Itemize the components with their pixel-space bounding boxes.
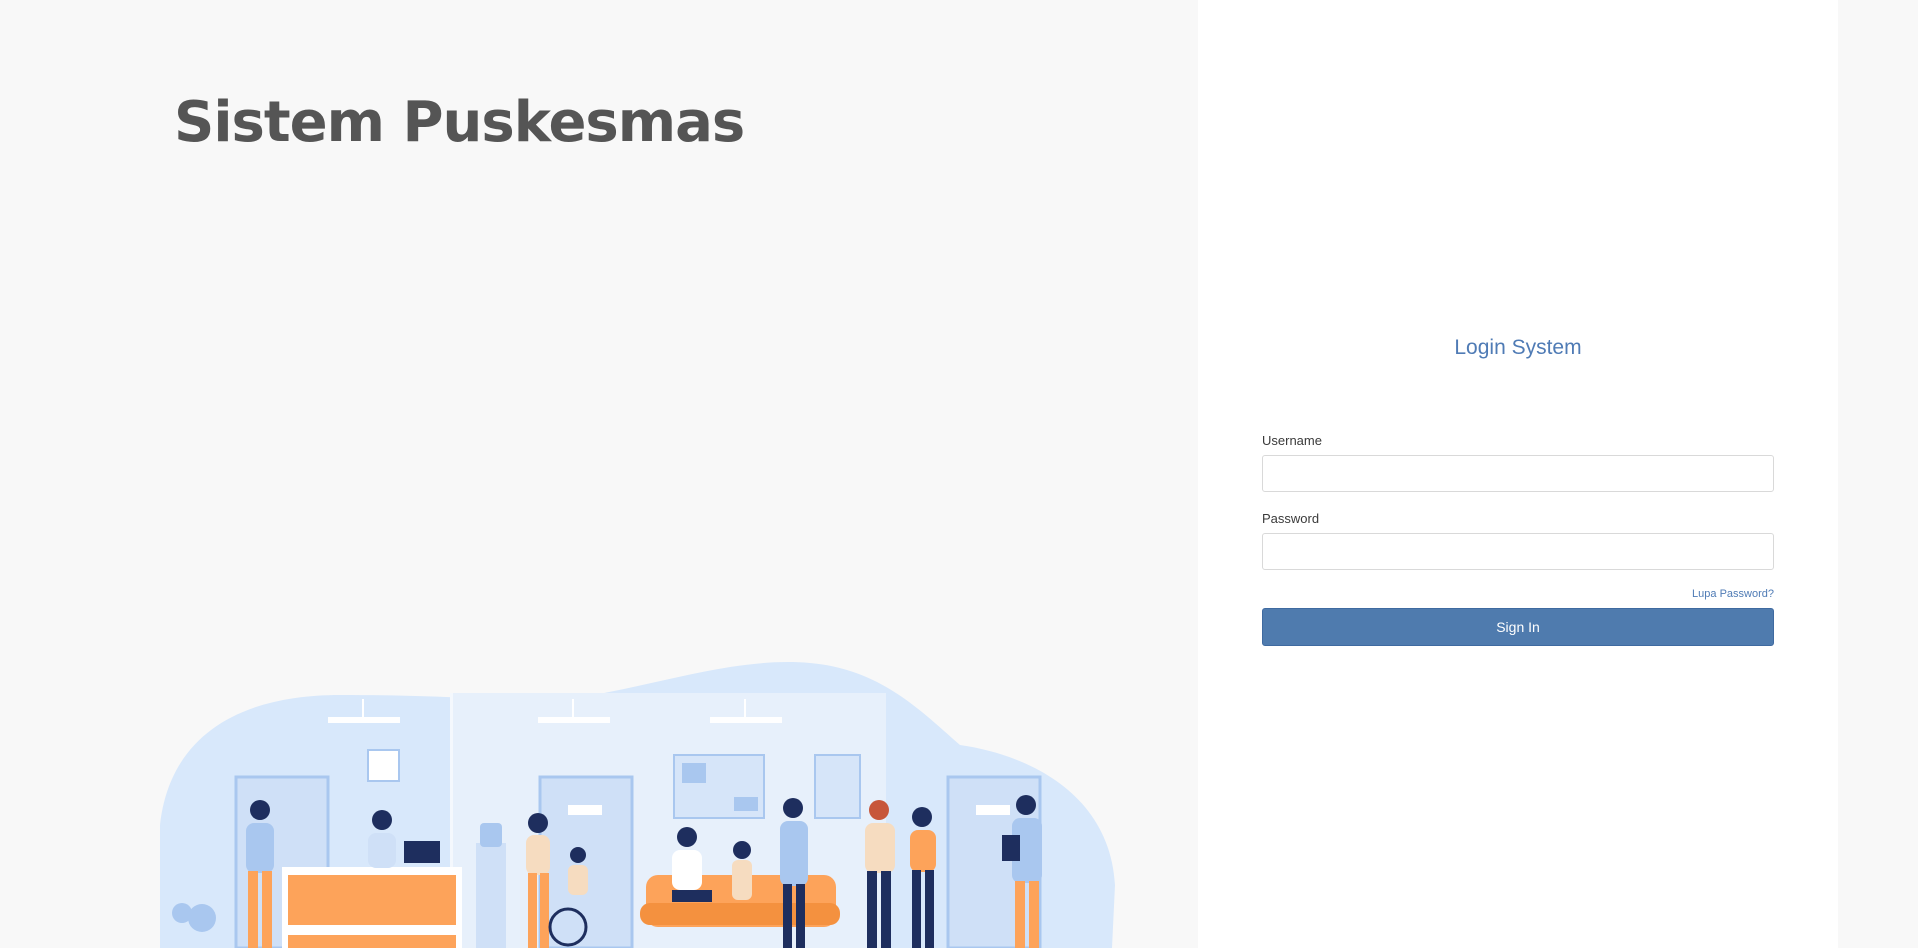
- login-page: Sistem Puskesmas Login System Username P…: [0, 0, 1918, 948]
- right-gutter: [1838, 0, 1918, 948]
- ceiling-light: [710, 717, 782, 723]
- notice-board: [814, 754, 861, 819]
- water-cooler: [476, 843, 506, 948]
- login-panel: Login System Username Password Lupa Pass…: [1198, 0, 1838, 948]
- person-receptionist: [368, 810, 396, 868]
- app-title: Sistem Puskesmas: [174, 90, 745, 155]
- username-label: Username: [1262, 433, 1322, 448]
- clinic-waiting-room-illustration: [160, 662, 1115, 948]
- login-title: Login System: [1454, 336, 1582, 359]
- person-child: [732, 841, 752, 900]
- forgot-password-link[interactable]: Lupa Password?: [1692, 588, 1774, 600]
- monitor: [404, 841, 440, 863]
- password-label: Password: [1262, 511, 1320, 526]
- username-input[interactable]: [1262, 455, 1774, 492]
- sign-in-button[interactable]: Sign In: [1262, 608, 1774, 646]
- ceiling-light: [538, 717, 610, 723]
- ceiling-light: [328, 717, 400, 723]
- plant: [188, 904, 216, 932]
- left-pane: Sistem Puskesmas: [0, 0, 1198, 948]
- wall-clock: [367, 749, 400, 782]
- password-input[interactable]: [1262, 533, 1774, 570]
